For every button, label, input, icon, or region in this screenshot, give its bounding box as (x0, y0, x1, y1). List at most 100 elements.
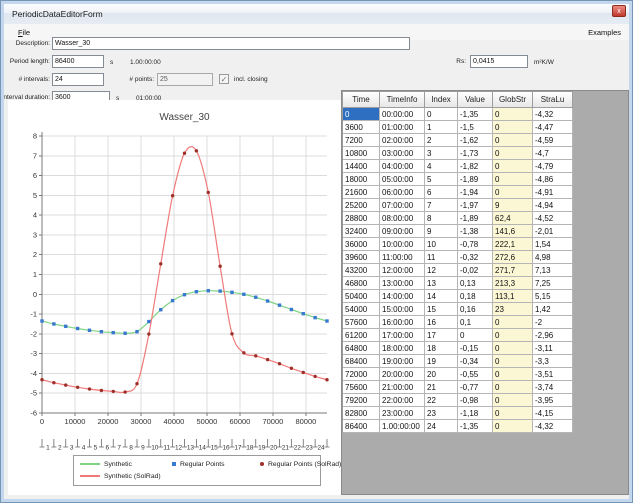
cell[interactable]: 213,3 (493, 277, 533, 290)
cell[interactable]: 15:00:00 (380, 303, 425, 316)
cell[interactable]: 00:00:00 (380, 108, 425, 121)
cell[interactable]: 13:00:00 (380, 277, 425, 290)
cell[interactable]: -3,11 (533, 342, 573, 355)
cell[interactable]: 3 (425, 147, 458, 160)
cell[interactable]: 54000 (343, 303, 380, 316)
cell[interactable]: -1,38 (458, 225, 493, 238)
cell[interactable]: -1,35 (458, 420, 493, 433)
cell[interactable]: 21600 (343, 186, 380, 199)
cell[interactable]: -4,32 (533, 420, 573, 433)
cell[interactable]: -2 (533, 316, 573, 329)
cell[interactable]: -0,15 (458, 342, 493, 355)
cell[interactable]: 1.00:00:00 (380, 420, 425, 433)
cell[interactable]: 0 (458, 329, 493, 342)
close-button[interactable]: x (612, 5, 626, 17)
cell[interactable]: 16 (425, 316, 458, 329)
cell[interactable]: 0 (493, 186, 533, 199)
cell[interactable]: 271,7 (493, 264, 533, 277)
cell[interactable]: -4,47 (533, 121, 573, 134)
cell[interactable]: 0 (493, 407, 533, 420)
cell[interactable]: 20:00:00 (380, 368, 425, 381)
title-bar[interactable]: PeriodicDataEditorForm x (4, 4, 629, 25)
cell[interactable]: 36000 (343, 238, 380, 251)
cell[interactable]: 09:00:00 (380, 225, 425, 238)
cell[interactable]: 2 (425, 134, 458, 147)
cell[interactable]: 61200 (343, 329, 380, 342)
cell[interactable]: 6 (425, 186, 458, 199)
cell[interactable]: 21:00:00 (380, 381, 425, 394)
cell[interactable]: -3,51 (533, 368, 573, 381)
cell[interactable]: 50400 (343, 290, 380, 303)
cell[interactable]: 222,1 (493, 238, 533, 251)
cell[interactable]: -1,18 (458, 407, 493, 420)
cell[interactable]: 75600 (343, 381, 380, 394)
cell[interactable]: 86400 (343, 420, 380, 433)
cell[interactable]: -1,5 (458, 121, 493, 134)
cell[interactable]: 32400 (343, 225, 380, 238)
cell[interactable]: 7 (425, 199, 458, 212)
cell[interactable]: 7200 (343, 134, 380, 147)
cell[interactable]: 46800 (343, 277, 380, 290)
column-header-globstr[interactable]: GlobStr (493, 92, 533, 108)
cell[interactable]: 0 (493, 316, 533, 329)
cell[interactable]: 20 (425, 368, 458, 381)
cell[interactable]: 14400 (343, 160, 380, 173)
cell[interactable]: 64800 (343, 342, 380, 355)
cell[interactable]: 0 (493, 342, 533, 355)
cell[interactable]: 0 (493, 420, 533, 433)
cell[interactable]: 13 (425, 277, 458, 290)
cell[interactable]: -0,98 (458, 394, 493, 407)
cell[interactable]: -3,3 (533, 355, 573, 368)
cell[interactable]: -0,02 (458, 264, 493, 277)
cell[interactable]: 0,1 (458, 316, 493, 329)
cell[interactable]: 18000 (343, 173, 380, 186)
cell[interactable]: -0,34 (458, 355, 493, 368)
cell[interactable]: 14 (425, 290, 458, 303)
cell[interactable]: -4,52 (533, 212, 573, 225)
cell[interactable]: 21 (425, 381, 458, 394)
cell[interactable]: 1,54 (533, 238, 573, 251)
cell[interactable]: 14:00:00 (380, 290, 425, 303)
cell[interactable]: 19 (425, 355, 458, 368)
cell[interactable]: 08:00:00 (380, 212, 425, 225)
cell[interactable]: 0 (493, 381, 533, 394)
cell[interactable]: 17:00:00 (380, 329, 425, 342)
cell[interactable]: 0 (493, 160, 533, 173)
cell[interactable]: 12:00:00 (380, 264, 425, 277)
cell[interactable]: 7,13 (533, 264, 573, 277)
cell[interactable]: 10800 (343, 147, 380, 160)
cell[interactable]: -4,7 (533, 147, 573, 160)
cell[interactable]: 4,98 (533, 251, 573, 264)
cell[interactable]: 0 (425, 108, 458, 121)
cell[interactable]: 3600 (343, 121, 380, 134)
cell[interactable]: 68400 (343, 355, 380, 368)
cell[interactable]: 0 (493, 134, 533, 147)
cell[interactable]: 18 (425, 342, 458, 355)
cell[interactable]: 7,25 (533, 277, 573, 290)
cell[interactable]: -1,82 (458, 160, 493, 173)
cell[interactable]: 0,13 (458, 277, 493, 290)
cell[interactable]: 57600 (343, 316, 380, 329)
cell[interactable]: 39600 (343, 251, 380, 264)
menu-examples[interactable]: Examples (588, 28, 621, 37)
cell[interactable]: -2,96 (533, 329, 573, 342)
cell[interactable]: 0 (493, 329, 533, 342)
cell[interactable]: 18:00:00 (380, 342, 425, 355)
cell[interactable]: 15 (425, 303, 458, 316)
cell[interactable]: 24 (425, 420, 458, 433)
cell[interactable]: 0 (493, 394, 533, 407)
cell[interactable]: 5,15 (533, 290, 573, 303)
cell[interactable]: 0 (493, 368, 533, 381)
cell[interactable]: -1,94 (458, 186, 493, 199)
cell[interactable]: 79200 (343, 394, 380, 407)
description-input[interactable] (52, 37, 410, 50)
cell[interactable]: 0 (493, 355, 533, 368)
cell[interactable]: 03:00:00 (380, 147, 425, 160)
cell[interactable]: 8 (425, 212, 458, 225)
cell[interactable]: -1,89 (458, 212, 493, 225)
cell[interactable]: 23:00:00 (380, 407, 425, 420)
cell[interactable]: 23 (493, 303, 533, 316)
cell[interactable]: -4,86 (533, 173, 573, 186)
cell[interactable]: 1 (425, 121, 458, 134)
cell[interactable]: 11:00:00 (380, 251, 425, 264)
